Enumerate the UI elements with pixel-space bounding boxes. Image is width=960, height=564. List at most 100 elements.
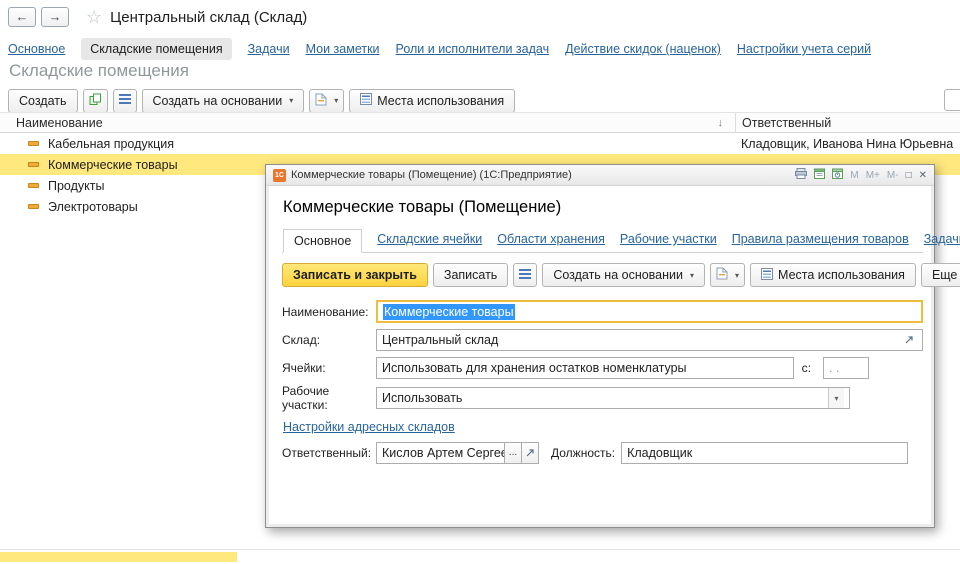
room-item-icon (28, 183, 39, 188)
tab-main[interactable]: Основное (8, 42, 65, 56)
dialog-titlebar[interactable]: 1С Коммерческие товары (Помещение) (1С:П… (266, 165, 934, 186)
position-label: Должность: (551, 445, 616, 460)
maximize-icon[interactable]: □ (906, 170, 912, 181)
dialog-tab-main[interactable]: Основное (283, 229, 363, 253)
memory-plus-button[interactable]: М+ (866, 170, 880, 181)
list-settings-button[interactable] (513, 263, 538, 287)
footer-divider (0, 549, 960, 550)
tab-roles-executors[interactable]: Роли и исполнители задач (396, 42, 550, 56)
dialog-tab-storage-areas[interactable]: Области хранения (497, 228, 605, 252)
list-settings-button[interactable] (112, 88, 137, 113)
close-icon[interactable]: ✕ (919, 170, 927, 181)
address-warehouse-settings-link[interactable]: Настройки адресных складов (283, 420, 455, 434)
tab-my-notes[interactable]: Мои заметки (306, 42, 380, 56)
search-input[interactable] (944, 89, 960, 111)
dialog-tab-work-areas[interactable]: Рабочие участки (620, 228, 717, 252)
list-icon (519, 268, 532, 283)
save-button[interactable]: Записать (432, 263, 509, 287)
create-based-on-label: Создать на основании (152, 93, 283, 108)
create-based-on-button[interactable]: Создать на основании ▾ (542, 263, 706, 287)
row-name: Электротовары (48, 199, 138, 214)
column-responsible-label: Ответственный (742, 115, 832, 130)
chevron-down-icon: ▾ (690, 270, 695, 280)
name-label: Наименование: (282, 304, 369, 319)
responsible-field[interactable]: Кислов Артем Сергеевич (376, 441, 505, 464)
tab-series-settings[interactable]: Настройки учета серий (737, 42, 871, 56)
cells-field[interactable]: Использовать для хранения остатков номен… (376, 356, 794, 379)
create-based-on-button[interactable]: Создать на основании ▾ (141, 88, 305, 113)
cells-value: Использовать для хранения остатков номен… (382, 360, 687, 375)
save-and-close-button[interactable]: Записать и закрыть (282, 263, 428, 287)
chevron-down-icon: ▾ (289, 96, 294, 105)
date-from-value: . . (829, 360, 840, 375)
date-from-label: с: (801, 360, 811, 375)
column-header-responsible[interactable]: Ответственный (735, 113, 960, 132)
room-item-icon (28, 162, 39, 167)
dialog-title: Коммерческие товары (Помещение) (1С:Пред… (291, 169, 572, 181)
work-areas-value: Использовать (382, 391, 463, 405)
calendar-icon[interactable] (814, 168, 826, 182)
row-name: Кабельная продукция (48, 136, 175, 151)
usage-places-label: Места использования (377, 93, 505, 108)
list-heading: Складские помещения (9, 61, 189, 80)
create-based-on-label: Создать на основании (553, 268, 683, 282)
position-field[interactable]: Кладовщик (621, 441, 908, 464)
work-areas-field[interactable]: Использовать ▾ (376, 387, 850, 409)
usage-places-icon (360, 93, 373, 108)
dialog-tabs: Основное Складские ячейки Области хранен… (282, 228, 960, 253)
usage-places-icon (761, 267, 774, 283)
list-toolbar: Создать Создать на основании ▾ ▾ Места и… (8, 88, 516, 113)
footer-highlight (0, 552, 237, 562)
date-from-field[interactable]: . . (823, 356, 869, 379)
dropdown-chevron-icon[interactable]: ▾ (828, 388, 844, 408)
document-icon (315, 93, 327, 109)
more-button[interactable]: Еще ▾ (920, 263, 960, 287)
column-name-label: Наименование (16, 115, 103, 130)
usage-places-button[interactable]: Места использования (750, 263, 916, 287)
chevron-down-icon: ▾ (735, 270, 740, 280)
name-field[interactable]: Коммерческие товары (376, 300, 923, 323)
usage-places-button[interactable]: Места использования (349, 88, 516, 113)
sort-desc-icon: ↓ (717, 116, 724, 129)
dialog-tab-placement-rules[interactable]: Правила размещения товаров (732, 228, 909, 252)
page-title: Центральный склад (Склад) (110, 8, 308, 26)
warehouse-value: Центральный склад (382, 332, 499, 347)
warehouse-field[interactable]: Центральный склад (376, 328, 923, 351)
back-button[interactable]: ← (8, 7, 36, 27)
row-name: Продукты (48, 178, 105, 193)
tab-discount-action[interactable]: Действие скидок (наценок) (565, 42, 721, 56)
forward-button[interactable]: → (41, 7, 69, 27)
dialog-tab-tasks[interactable]: Задачи (924, 228, 960, 252)
calendar-clock-icon[interactable] (832, 168, 844, 182)
open-link-icon[interactable] (521, 441, 539, 464)
name-value-selected: Коммерческие товары (383, 303, 515, 320)
favorite-star-icon[interactable]: ☆ (86, 7, 102, 28)
dialog-heading: Коммерческие товары (Помещение) (283, 198, 562, 216)
app-logo-icon: 1С (273, 168, 286, 182)
memory-minus-button[interactable]: М- (887, 170, 899, 181)
more-label: Еще (931, 268, 958, 282)
row-name: Коммерческие товары (48, 157, 178, 172)
room-item-icon (28, 141, 39, 146)
column-header-name[interactable]: Наименование ↓ (0, 113, 735, 132)
open-link-icon[interactable] (901, 330, 917, 350)
list-icon (118, 93, 131, 108)
create-button[interactable]: Создать (8, 88, 78, 113)
copy-button[interactable] (82, 88, 108, 113)
tab-tasks[interactable]: Задачи (248, 42, 290, 56)
table-row[interactable]: Кабельная продукция Кладовщик, Иванова Н… (0, 133, 960, 154)
document-menu-button[interactable]: ▾ (710, 263, 746, 287)
dialog-window-controls: М М+ М- □ ✕ (795, 168, 927, 182)
tab-warehouse-rooms[interactable]: Складские помещения (81, 38, 232, 60)
app-window: ← → ☆ Центральный склад (Склад) Основное… (0, 0, 960, 564)
choose-button[interactable]: ... (504, 441, 522, 464)
print-icon[interactable] (795, 168, 808, 182)
memory-button[interactable]: М (850, 170, 858, 181)
table-header: Наименование ↓ Ответственный (0, 112, 960, 133)
document-menu-button[interactable]: ▾ (309, 88, 345, 113)
usage-places-label: Места использования (778, 268, 905, 282)
form-row-work-areas: Рабочие участки: Использовать ▾ (282, 384, 923, 412)
section-tabs: Основное Складские помещения Задачи Мои … (0, 38, 960, 60)
dialog-tab-storage-cells[interactable]: Складские ячейки (377, 228, 482, 252)
responsible-label: Ответственный: (282, 445, 372, 460)
